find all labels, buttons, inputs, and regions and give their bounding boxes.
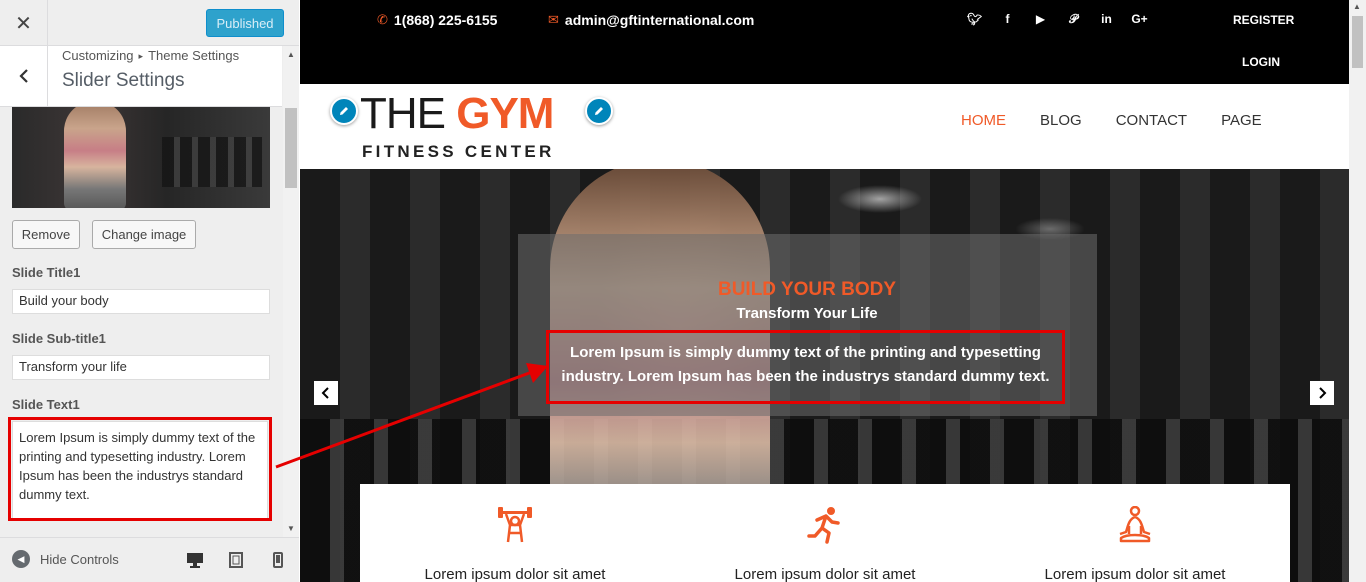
- logo-text-the: THE: [360, 89, 446, 138]
- feature-item: Lorem ipsum dolor sit amet: [385, 506, 645, 582]
- logo-tagline: FITNESS CENTER: [362, 142, 555, 161]
- phone-number: 1(868) 225-6155: [393, 12, 498, 28]
- mobile-preview-icon[interactable]: [266, 548, 290, 572]
- slide-subtitle-input[interactable]: Transform your life: [12, 355, 270, 380]
- publish-button[interactable]: Published: [206, 9, 284, 37]
- feature-text: Lorem ipsum dolor sit amet: [734, 566, 916, 582]
- chevron-right-icon: [1319, 387, 1327, 399]
- desktop-preview-icon[interactable]: [183, 548, 207, 572]
- remove-image-button[interactable]: Remove: [12, 220, 80, 249]
- slide-text: Lorem Ipsum is simply dummy text of the …: [546, 330, 1065, 404]
- slide-title: BUILD YOUR BODY: [717, 279, 897, 300]
- facebook-icon[interactable]: f: [991, 12, 1024, 27]
- youtube-icon[interactable]: ▶: [1024, 12, 1057, 27]
- weightlifter-icon: [498, 507, 532, 543]
- slider-next-button[interactable]: [1310, 381, 1334, 405]
- pinterest-icon[interactable]: 𝒫: [1057, 12, 1090, 27]
- envelope-icon: ✉: [548, 12, 559, 27]
- slide-title-input[interactable]: Build your body: [12, 289, 270, 314]
- back-button[interactable]: [0, 46, 48, 106]
- register-link[interactable]: REGISTER: [1233, 13, 1294, 27]
- top-bar: ✆ 1(868) 225-6155 ✉ admin@gftinternation…: [300, 0, 1349, 84]
- login-link[interactable]: LOGIN: [1242, 55, 1280, 69]
- chevron-left-icon: [321, 387, 329, 399]
- chevron-left-icon: [18, 69, 28, 83]
- phone-icon: ✆: [377, 12, 388, 27]
- features-section: Lorem ipsum dolor sit amet Lorem ipsum d…: [360, 484, 1290, 582]
- feature-item: Lorem ipsum dolor sit amet: [695, 506, 955, 582]
- section-title: Slider Settings: [62, 70, 185, 91]
- email-info: ✉ admin@gftinternational.com: [548, 12, 754, 28]
- close-icon[interactable]: ✕: [0, 0, 48, 46]
- customizer-footer: ◀ Hide Controls: [0, 537, 299, 582]
- nav-item-home[interactable]: HOME: [961, 112, 1006, 129]
- nav-item-blog[interactable]: BLOG: [1040, 112, 1082, 129]
- feature-text: Lorem ipsum dolor sit amet: [424, 566, 606, 582]
- scroll-up-icon[interactable]: ▲: [287, 50, 295, 59]
- customizer-scrollbar[interactable]: ▲ ▼: [283, 46, 299, 537]
- hide-controls-button[interactable]: ◀ Hide Controls: [12, 550, 119, 568]
- main-nav: HOME BLOG CONTACT PAGE: [961, 112, 1262, 129]
- change-image-button[interactable]: Change image: [92, 220, 196, 249]
- slide-title-label: Slide Title1: [12, 265, 81, 280]
- site-preview: ✆ 1(868) 225-6155 ✉ admin@gftinternation…: [300, 0, 1349, 582]
- google-plus-icon[interactable]: G+: [1123, 12, 1156, 27]
- scroll-down-icon[interactable]: ▼: [287, 524, 295, 533]
- feature-item: Lorem ipsum dolor sit amet: [1005, 506, 1265, 582]
- slide-subtitle: Transform Your Life: [736, 305, 878, 322]
- tablet-preview-icon[interactable]: [224, 548, 248, 572]
- scrollbar-thumb[interactable]: [1352, 16, 1363, 68]
- hide-controls-label: Hide Controls: [40, 551, 119, 567]
- linkedin-icon[interactable]: in: [1090, 12, 1123, 27]
- customizer-header: ✕ Published: [0, 0, 299, 46]
- phone-info: ✆ 1(868) 225-6155: [377, 12, 497, 28]
- breadcrumb-item: Customizing: [62, 48, 134, 63]
- edit-pencil-icon[interactable]: [585, 97, 613, 125]
- feature-text: Lorem ipsum dolor sit amet: [1044, 566, 1226, 582]
- runner-icon: [807, 507, 840, 544]
- slide-text-textarea[interactable]: Lorem Ipsum is simply dummy text of the …: [12, 421, 268, 521]
- slide-subtitle-label: Slide Sub-title1: [12, 331, 106, 346]
- customizer-panel: ✕ Published Customizing ▸ Theme Settings S…: [0, 0, 299, 582]
- slide-text-label: Slide Text1: [12, 397, 80, 412]
- breadcrumb-item: Theme Settings: [148, 48, 240, 63]
- site-header: THE GYM FITNESS CENTER HOME BLOG CONTACT…: [300, 84, 1349, 169]
- slide-image-thumbnail: [12, 107, 270, 208]
- breadcrumb: Customizing ▸ Theme Settings: [62, 48, 239, 63]
- site-logo[interactable]: THE GYM FITNESS CENTER: [358, 92, 576, 164]
- logo-text-gym: GYM: [456, 89, 554, 138]
- twitter-icon[interactable]: 🐦︎: [958, 12, 991, 27]
- controls-area: Remove Change image Slide Title1 Build y…: [0, 107, 282, 537]
- collapse-icon: ◀: [12, 550, 30, 568]
- meditation-icon: [1119, 506, 1151, 543]
- email-address: admin@gftinternational.com: [564, 12, 755, 28]
- edit-pencil-icon[interactable]: [330, 97, 358, 125]
- section-header: Customizing ▸ Theme Settings Slider Settin…: [0, 46, 282, 107]
- slider-prev-button[interactable]: [314, 381, 338, 405]
- nav-item-contact[interactable]: CONTACT: [1116, 112, 1187, 129]
- social-links: 🐦︎ f ▶ 𝒫 in G+: [958, 12, 1156, 27]
- scroll-up-icon[interactable]: ▲: [1353, 2, 1361, 11]
- breadcrumb-separator-icon: ▸: [138, 51, 144, 61]
- preview-scrollbar[interactable]: ▲: [1349, 0, 1366, 582]
- nav-item-page[interactable]: PAGE: [1221, 112, 1262, 129]
- scrollbar-thumb[interactable]: [285, 108, 297, 188]
